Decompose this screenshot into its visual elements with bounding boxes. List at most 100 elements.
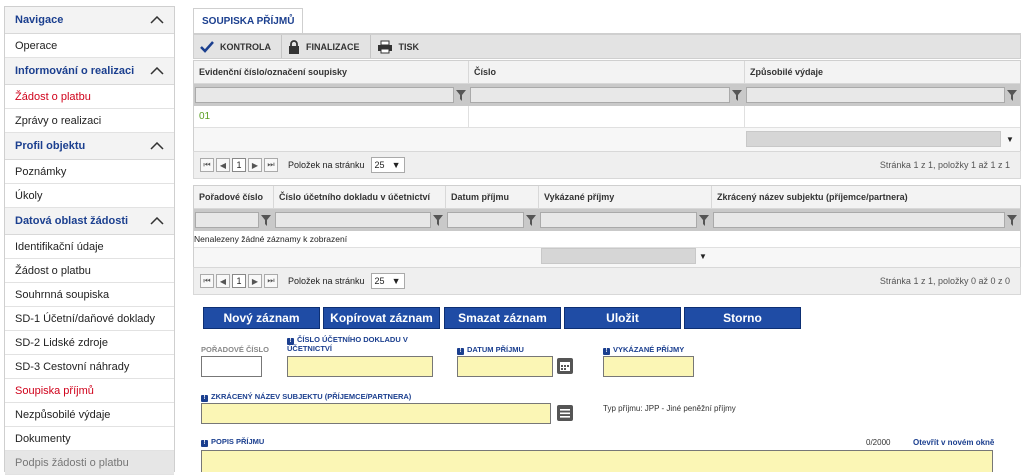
filter-icon[interactable]: [431, 212, 445, 228]
sidebar-item-sd1[interactable]: SD-1 Účetní/daňové doklady: [5, 307, 174, 331]
sidebar-item-sd2[interactable]: SD-2 Lidské zdroje: [5, 331, 174, 355]
grid-filter-row: [194, 209, 1020, 231]
sidebar-section-profil[interactable]: Profil objektu: [5, 133, 174, 160]
pager-next-icon[interactable]: ▶: [248, 274, 262, 288]
sidebar-item-zpravy[interactable]: Zprávy o realizaci: [5, 109, 174, 133]
col-header-poradove[interactable]: Pořadové číslo: [194, 186, 274, 208]
horizontal-scrollbar[interactable]: [541, 248, 696, 264]
col-header-zkraceny-nazev[interactable]: Zkrácený název subjektu (příjemce/partne…: [712, 186, 1020, 208]
chevron-down-icon: ▼: [391, 276, 401, 286]
scroll-down-icon[interactable]: ▼: [1002, 131, 1018, 147]
grid-header: Pořadové číslo Číslo účetního dokladu v …: [194, 186, 1020, 209]
filter-input-datum[interactable]: [447, 212, 524, 228]
cislo-dokladu-input[interactable]: [287, 356, 433, 377]
required-icon: !: [201, 395, 208, 402]
cancel-button[interactable]: Storno: [684, 307, 801, 329]
sidebar-item-zadost-o-platbu[interactable]: Žádost o platbu: [5, 85, 174, 109]
filter-icon[interactable]: [1005, 87, 1019, 103]
chevron-up-icon: [150, 16, 164, 24]
scroll-down-icon[interactable]: ▼: [696, 248, 710, 264]
calendar-icon[interactable]: [557, 358, 573, 374]
tisk-button[interactable]: TISK: [371, 35, 430, 58]
cislo-dokladu-text: ČÍSLO ÚČETNÍHO DOKLADU V ÚČETNICTVÍ: [287, 335, 408, 353]
filter-icon[interactable]: [730, 87, 744, 103]
sidebar-item-poznamky[interactable]: Poznámky: [5, 160, 174, 184]
sidebar-section-datova-oblast[interactable]: Datová oblast žádosti: [5, 208, 174, 235]
zkraceny-nazev-label: ! ZKRÁCENÝ NÁZEV SUBJEKTU (PŘÍJEMCE/PARTN…: [201, 393, 411, 402]
finalizace-button[interactable]: FINALIZACE: [282, 35, 371, 58]
filter-input-cislo-dokladu[interactable]: [275, 212, 431, 228]
pager-next-icon[interactable]: ▶: [248, 158, 262, 172]
filter-input-evidencni[interactable]: [195, 87, 454, 103]
zkraceny-nazev-input[interactable]: [201, 403, 551, 424]
sidebar-section-informovani[interactable]: Informování o realizaci: [5, 58, 174, 85]
sidebar-item-souhrnna[interactable]: Souhrnná soupiska: [5, 283, 174, 307]
kontrola-button[interactable]: KONTROLA: [194, 35, 282, 58]
filter-icon[interactable]: [454, 87, 468, 103]
kontrola-label: KONTROLA: [220, 41, 271, 52]
new-record-button[interactable]: Nový záznam: [203, 307, 320, 329]
col-header-vykazane[interactable]: Vykázané příjmy: [539, 186, 712, 208]
char-counter: 0/2000: [866, 438, 891, 447]
col-header-evidencni[interactable]: Evidenční číslo/označení soupisky: [194, 61, 469, 83]
sidebar-item-soupiska-prijmu[interactable]: Soupiska příjmů: [5, 379, 174, 403]
filter-input-zkraceny-nazev[interactable]: [713, 212, 1005, 228]
per-page-select[interactable]: 25 ▼: [370, 273, 405, 289]
list-icon[interactable]: [557, 405, 573, 421]
filter-icon[interactable]: [1005, 212, 1019, 228]
poradove-cislo-label: POŘADOVÉ ČÍSLO: [201, 345, 269, 354]
col-header-zpusobile[interactable]: Způsobilé výdaje: [745, 61, 1020, 83]
sidebar-item-zadost[interactable]: Žádost o platbu: [5, 259, 174, 283]
sidebar-section-title: Profil objektu: [15, 140, 86, 152]
pager-info: Stránka 1 z 1, položky 0 až 0 z 0: [879, 276, 1010, 286]
pager-info: Stránka 1 z 1, položky 1 až 1 z 1: [879, 160, 1010, 170]
filter-input-cislo[interactable]: [470, 87, 730, 103]
pager-prijmy: ⏮ ◀ 1 ▶ ⏭ Položek na stránku 25 ▼ Stránka…: [193, 267, 1021, 295]
datum-prijmu-label: ! DATUM PŘÍJMU: [457, 346, 524, 355]
save-button[interactable]: Uložit: [564, 307, 681, 329]
filter-input-poradove[interactable]: [195, 212, 259, 228]
chevron-up-icon: [150, 67, 164, 75]
col-header-cislo-dokladu[interactable]: Číslo účetního dokladu v účetnictví: [274, 186, 446, 208]
sidebar-item-ukoly[interactable]: Úkoly: [5, 184, 174, 208]
required-icon: !: [201, 440, 208, 447]
sidebar-item-operace[interactable]: Operace: [5, 34, 174, 58]
sidebar-item-dokumenty[interactable]: Dokumenty: [5, 427, 174, 451]
per-page-select[interactable]: 25 ▼: [370, 157, 405, 173]
vykazane-prijmy-input[interactable]: [603, 356, 694, 377]
filter-icon[interactable]: [524, 212, 538, 228]
table-row[interactable]: 01: [194, 106, 1020, 128]
delete-record-button[interactable]: Smazat záznam: [444, 307, 561, 329]
sidebar-section-title: Navigace: [15, 14, 64, 26]
col-header-cislo[interactable]: Číslo: [469, 61, 745, 83]
filter-icon[interactable]: [697, 212, 711, 228]
pager-per-page-label: Položek na stránku: [288, 160, 365, 170]
grid-header: Evidenční číslo/označení soupisky Číslo …: [194, 61, 1020, 84]
required-icon: !: [603, 348, 610, 355]
horizontal-scrollbar[interactable]: [746, 131, 1001, 147]
filter-input-zpusobile[interactable]: [746, 87, 1005, 103]
vykazane-prijmy-label: ! VYKÁZANÉ PŘÍJMY: [603, 346, 684, 355]
popis-prijmu-text: POPIS PŘÍJMU: [211, 437, 265, 446]
col-header-datum[interactable]: Datum příjmu: [446, 186, 539, 208]
pager-last-icon[interactable]: ⏭: [264, 158, 278, 172]
sidebar-item-sd3[interactable]: SD-3 Cestovní náhrady: [5, 355, 174, 379]
sidebar-item-identifikacni[interactable]: Identifikační údaje: [5, 235, 174, 259]
sidebar-section-navigace[interactable]: Navigace: [5, 7, 174, 34]
pager-last-icon[interactable]: ⏭: [264, 274, 278, 288]
sidebar-item-podpis: Podpis žádosti o platbu: [5, 451, 174, 475]
tab-soupiska-prijmu[interactable]: SOUPISKA PŘÍJMŮ: [193, 8, 304, 34]
filter-input-vykazane[interactable]: [540, 212, 697, 228]
pager-first-icon[interactable]: ⏮: [200, 274, 214, 288]
pager-page[interactable]: 1: [232, 274, 246, 288]
open-new-window-link[interactable]: Otevřít v novém okně: [913, 438, 994, 447]
filter-icon[interactable]: [259, 212, 273, 228]
datum-prijmu-input[interactable]: [457, 356, 553, 377]
copy-record-button[interactable]: Kopírovat záznam: [323, 307, 440, 329]
pager-prev-icon[interactable]: ◀: [216, 158, 230, 172]
pager-page[interactable]: 1: [232, 158, 246, 172]
pager-prev-icon[interactable]: ◀: [216, 274, 230, 288]
popis-prijmu-textarea[interactable]: [201, 450, 993, 472]
pager-first-icon[interactable]: ⏮: [200, 158, 214, 172]
sidebar-item-nezpusobile[interactable]: Nezpůsobilé výdaje: [5, 403, 174, 427]
